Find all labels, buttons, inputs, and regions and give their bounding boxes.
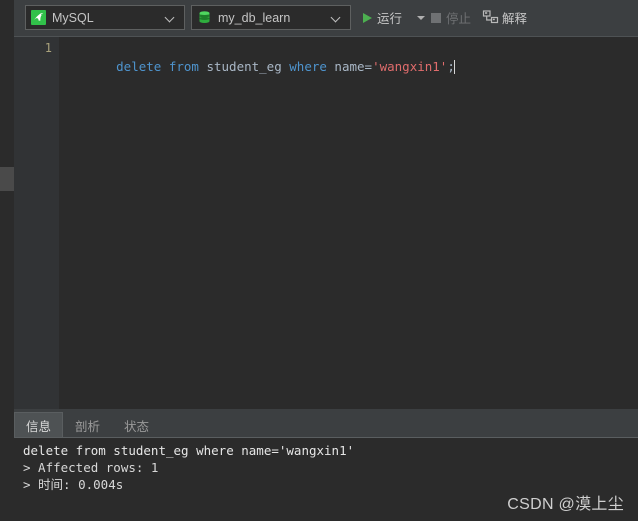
code-line: delete from student_eg where name='wangx… — [71, 41, 455, 92]
chevron-down-icon — [417, 15, 425, 20]
watermark: CSDN @漠上尘 — [507, 496, 624, 513]
code-token-keyword: delete — [116, 59, 162, 74]
code-token-string: 'wangxin1' — [372, 59, 448, 74]
console-line: delete from student_eg where name='wangx… — [23, 443, 355, 458]
left-gutter — [0, 0, 14, 521]
stop-button[interactable]: 停止 — [427, 6, 475, 29]
stop-button-label: 停止 — [446, 12, 472, 26]
database-cylinder-icon — [197, 10, 212, 25]
text-caret — [453, 60, 455, 74]
sql-editor-window: MySQL my_db_learn 运行 停止 解释 1 delete from… — [0, 0, 638, 521]
code-token-keyword: from — [168, 59, 199, 74]
mysql-dolphin-icon — [31, 10, 46, 25]
tab-profile[interactable]: 剖析 — [63, 412, 112, 437]
editor-gutter: 1 — [14, 37, 59, 409]
play-icon — [363, 12, 372, 23]
connection-select[interactable]: MySQL — [25, 5, 185, 30]
sql-editor[interactable]: 1 delete from student_eg where name='wan… — [14, 36, 638, 409]
vertical-scrollbar-thumb[interactable] — [0, 167, 14, 191]
explain-button-label: 解释 — [502, 12, 528, 26]
database-select[interactable]: my_db_learn — [191, 5, 351, 30]
chevron-down-icon[interactable] — [165, 12, 177, 24]
tab-status-label: 状态 — [124, 419, 150, 434]
code-token-identifier: student_eg — [198, 59, 290, 74]
connection-label: MySQL — [52, 10, 94, 25]
database-label: my_db_learn — [218, 10, 291, 25]
tab-info-label: 信息 — [26, 419, 52, 434]
console-line: > Affected rows: 1 — [23, 460, 159, 475]
run-button[interactable]: 运行 — [359, 6, 406, 29]
tab-profile-label: 剖析 — [75, 419, 101, 434]
run-button-label: 运行 — [377, 12, 403, 26]
explain-plan-icon — [482, 10, 499, 25]
chevron-down-icon[interactable] — [331, 12, 343, 24]
tab-status[interactable]: 状态 — [112, 412, 161, 437]
code-token-keyword: where — [289, 59, 327, 74]
explain-button[interactable]: 解释 — [478, 6, 531, 29]
line-number: 1 — [44, 41, 52, 55]
tab-info[interactable]: 信息 — [14, 412, 64, 437]
results-tab-bar: 信息 剖析 状态 — [14, 411, 638, 437]
stop-square-icon — [431, 12, 441, 23]
toolbar: MySQL my_db_learn 运行 停止 解释 — [14, 0, 638, 36]
code-token-identifier: name — [326, 59, 365, 74]
code-token-operator: = — [364, 59, 373, 74]
